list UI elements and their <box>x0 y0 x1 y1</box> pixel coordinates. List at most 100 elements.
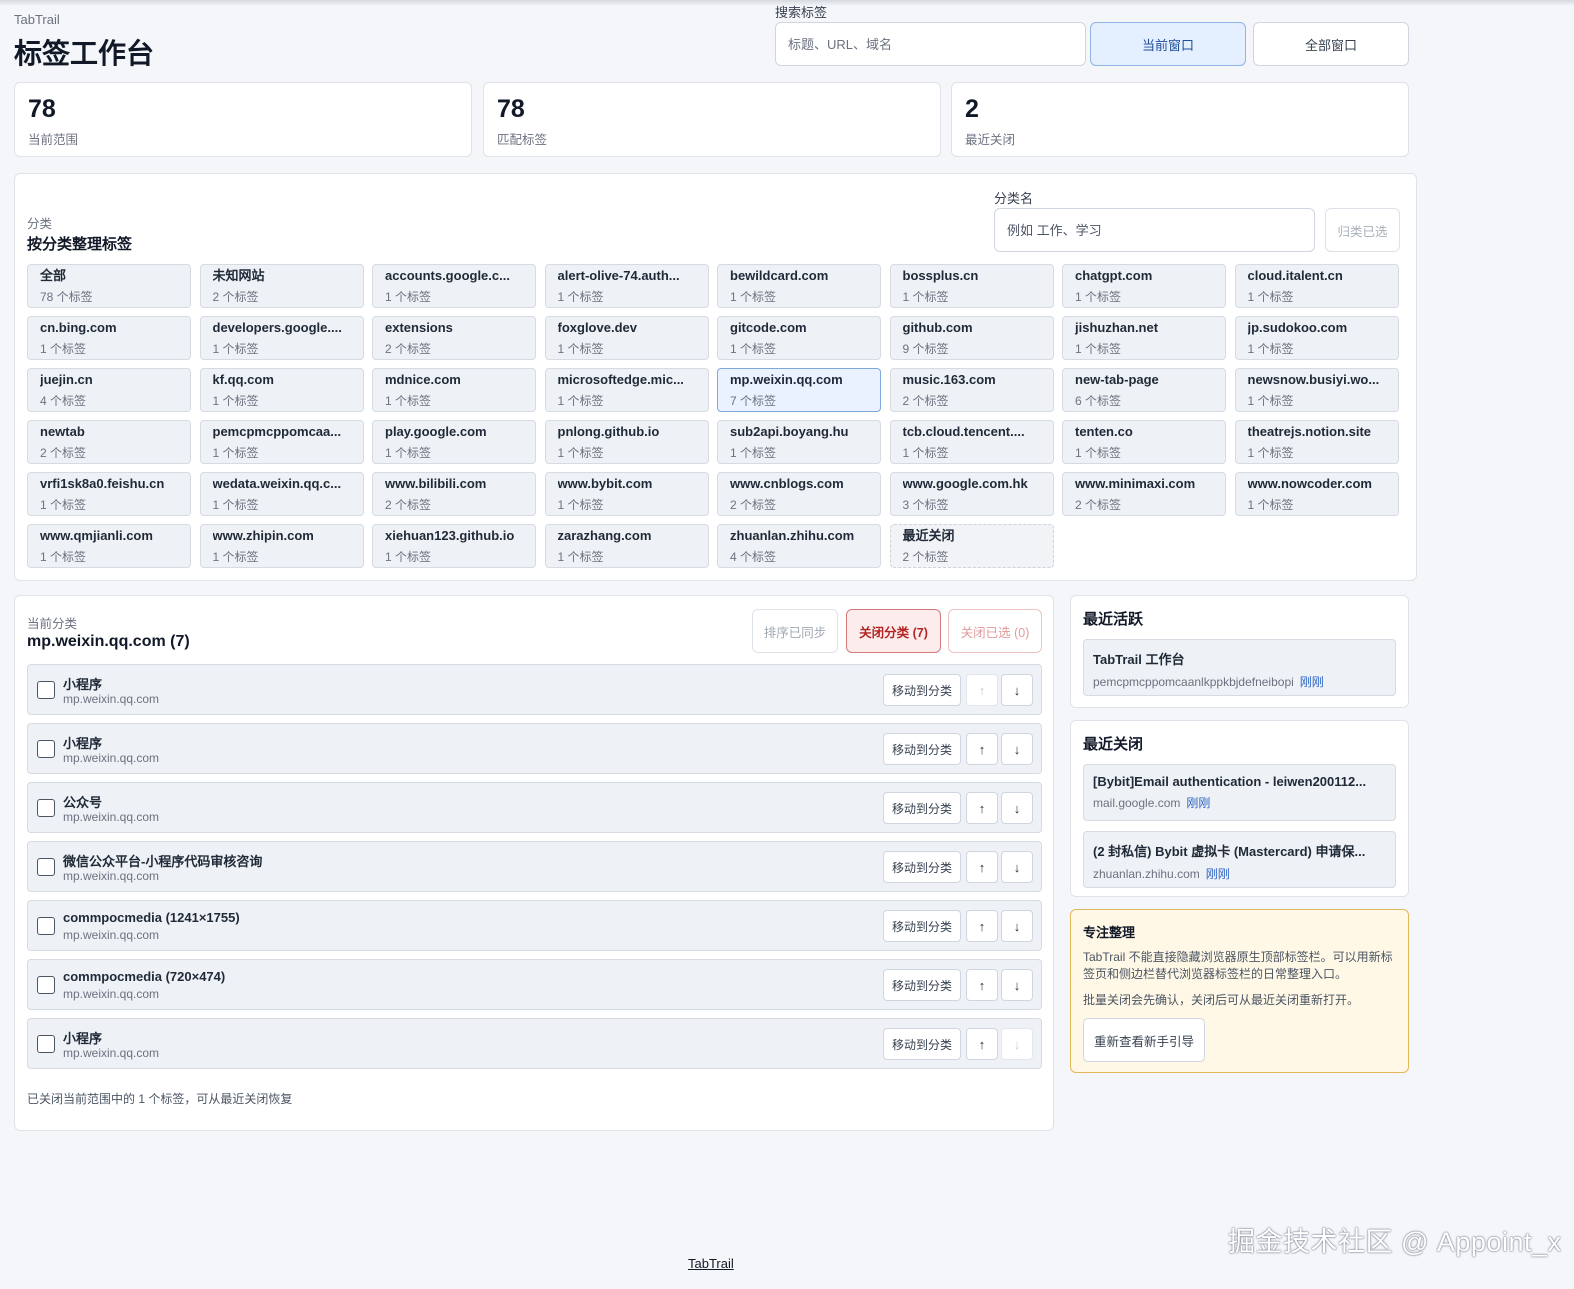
category-chip[interactable]: pnlong.github.io 1 个标签 <box>544 420 709 464</box>
all-windows-button[interactable]: 全部窗口 <box>1253 22 1409 66</box>
tab-checkbox[interactable] <box>37 858 55 876</box>
category-chip-name: cn.bing.com <box>40 320 117 335</box>
tab-row[interactable]: commpocmedia (720×474) mp.weixin.qq.com 移动… <box>27 959 1042 1010</box>
category-chip[interactable]: xiehuan123.github.io 1 个标签 <box>372 524 536 568</box>
category-chip[interactable]: bewildcard.com 1 个标签 <box>717 264 881 308</box>
category-chip[interactable]: www.nowcoder.com 1 个标签 <box>1234 472 1399 516</box>
arrow-down-icon[interactable]: ↓ <box>1001 674 1033 706</box>
tab-checkbox[interactable] <box>37 1035 55 1053</box>
category-chip[interactable]: www.cnblogs.com 2 个标签 <box>717 472 881 516</box>
tab-row[interactable]: 小程序 mp.weixin.qq.com 移动到分类 ↑ ↓ <box>27 723 1042 774</box>
category-chip[interactable]: kf.qq.com 1 个标签 <box>199 368 364 412</box>
tab-row[interactable]: 小程序 mp.weixin.qq.com 移动到分类 ↑ ↓ <box>27 664 1042 715</box>
move-to-category-button[interactable]: 移动到分类 <box>883 969 961 1001</box>
category-chip[interactable]: chatgpt.com 1 个标签 <box>1062 264 1226 308</box>
category-chip[interactable]: newtab 2 个标签 <box>27 420 191 464</box>
arrow-up-icon[interactable]: ↑ <box>966 910 998 942</box>
category-chip[interactable]: mp.weixin.qq.com 7 个标签 <box>717 368 881 412</box>
category-chip-count: 1 个标签 <box>557 498 604 512</box>
category-chip[interactable]: accounts.google.c... 1 个标签 <box>372 264 536 308</box>
recent-closed-item[interactable]: [Bybit]Email authentication - leiwen2001… <box>1083 764 1396 821</box>
category-chip[interactable]: gitcode.com 1 个标签 <box>717 316 881 360</box>
tab-checkbox[interactable] <box>37 799 55 817</box>
category-chip[interactable]: mdnice.com 1 个标签 <box>372 368 536 412</box>
move-to-category-button[interactable]: 移动到分类 <box>883 674 961 706</box>
current-window-button[interactable]: 当前窗口 <box>1090 22 1246 66</box>
arrow-up-icon[interactable]: ↑ <box>966 733 998 765</box>
search-input[interactable] <box>775 22 1086 66</box>
category-chip[interactable]: www.qmjianli.com 1 个标签 <box>27 524 191 568</box>
category-name-input[interactable] <box>994 208 1315 252</box>
move-to-category-button[interactable]: 移动到分类 <box>883 851 961 883</box>
category-chip[interactable]: wedata.weixin.qq.c... 1 个标签 <box>199 472 364 516</box>
category-chip[interactable]: play.google.com 1 个标签 <box>372 420 536 464</box>
tab-checkbox[interactable] <box>37 740 55 758</box>
tab-checkbox[interactable] <box>37 917 55 935</box>
category-chip[interactable]: zhuanlan.zhihu.com 4 个标签 <box>717 524 881 568</box>
move-to-category-button[interactable]: 移动到分类 <box>883 1028 961 1060</box>
move-to-category-button[interactable]: 移动到分类 <box>883 733 961 765</box>
category-chip[interactable]: tenten.co 1 个标签 <box>1062 420 1226 464</box>
tab-row[interactable]: 小程序 mp.weixin.qq.com 移动到分类 ↑ ↓ <box>27 1018 1042 1069</box>
arrow-down-icon[interactable]: ↓ <box>1001 792 1033 824</box>
arrow-up-icon[interactable]: ↑ <box>966 851 998 883</box>
recent-closed-item[interactable]: (2 封私信) Bybit 虚拟卡 (Mastercard) 申请保... zh… <box>1083 831 1396 888</box>
category-chip[interactable]: vrfi1sk8a0.feishu.cn 1 个标签 <box>27 472 191 516</box>
replay-guide-button[interactable]: 重新查看新手引导 <box>1083 1018 1205 1062</box>
arrow-down-icon[interactable]: ↓ <box>1001 733 1033 765</box>
category-chip[interactable]: microsoftedge.mic... 1 个标签 <box>544 368 709 412</box>
category-chip[interactable]: extensions 2 个标签 <box>372 316 536 360</box>
footer-link[interactable]: TabTrail <box>688 1256 734 1271</box>
arrow-down-icon[interactable]: ↓ <box>1001 969 1033 1001</box>
category-chip[interactable]: cn.bing.com 1 个标签 <box>27 316 191 360</box>
category-chip[interactable]: cloud.italent.cn 1 个标签 <box>1234 264 1399 308</box>
recent-closed-panel: 最近关闭 [Bybit]Email authentication - leiwe… <box>1070 720 1409 897</box>
category-chip[interactable]: jp.sudokoo.com 1 个标签 <box>1234 316 1399 360</box>
category-chip[interactable]: github.com 9 个标签 <box>889 316 1054 360</box>
arrow-up-icon[interactable]: ↑ <box>966 792 998 824</box>
current-category-panel: 当前分类 mp.weixin.qq.com (7) 排序已同步 关闭分类 (7)… <box>14 595 1054 1131</box>
tab-checkbox[interactable] <box>37 681 55 699</box>
category-chip[interactable]: 最近关闭 2 个标签 <box>889 524 1054 568</box>
category-chip[interactable]: 未知网站 2 个标签 <box>199 264 364 308</box>
arrow-down-icon[interactable]: ↓ <box>1001 851 1033 883</box>
close-category-button[interactable]: 关闭分类 (7) <box>846 609 941 653</box>
tab-row[interactable]: 公众号 mp.weixin.qq.com 移动到分类 ↑ ↓ <box>27 782 1042 833</box>
category-chip[interactable]: www.google.com.hk 3 个标签 <box>889 472 1054 516</box>
category-chip[interactable]: alert-olive-74.auth... 1 个标签 <box>544 264 709 308</box>
category-chip-count: 1 个标签 <box>1247 446 1294 460</box>
move-to-category-button[interactable]: 移动到分类 <box>883 792 961 824</box>
category-chip[interactable]: theatrejs.notion.site 1 个标签 <box>1234 420 1399 464</box>
move-to-category-button[interactable]: 移动到分类 <box>883 910 961 942</box>
close-selected-button[interactable]: 关闭已选 (0) <box>948 609 1042 653</box>
arrow-up-icon[interactable]: ↑ <box>966 1028 998 1060</box>
category-chip[interactable]: new-tab-page 6 个标签 <box>1062 368 1226 412</box>
category-chip[interactable]: zarazhang.com 1 个标签 <box>544 524 709 568</box>
category-chip[interactable]: pemcpmcppomcaa... 1 个标签 <box>199 420 364 464</box>
sort-synced-button[interactable]: 排序已同步 <box>752 609 838 653</box>
category-chip-count: 1 个标签 <box>557 290 604 304</box>
recent-active-item[interactable]: TabTrail 工作台 pemcpmcppomcaanlkppkbjdefne… <box>1083 639 1396 696</box>
arrow-down-icon[interactable]: ↓ <box>1001 910 1033 942</box>
category-chip[interactable]: www.minimaxi.com 2 个标签 <box>1062 472 1226 516</box>
assign-selected-button[interactable]: 归类已选 <box>1325 208 1400 252</box>
category-chip[interactable]: www.bybit.com 1 个标签 <box>544 472 709 516</box>
category-chip[interactable]: foxglove.dev 1 个标签 <box>544 316 709 360</box>
category-chip[interactable]: music.163.com 2 个标签 <box>889 368 1054 412</box>
category-chip[interactable]: 全部 78 个标签 <box>27 264 191 308</box>
category-chip[interactable]: newsnow.busiyi.wo... 1 个标签 <box>1234 368 1399 412</box>
category-chip[interactable]: bossplus.cn 1 个标签 <box>889 264 1054 308</box>
watermark: 掘金技术社区 @ Appoint_x <box>1228 1227 1562 1257</box>
category-chip[interactable]: tcb.cloud.tencent.... 1 个标签 <box>889 420 1054 464</box>
tab-row[interactable]: 微信公众平台-小程序代码审核咨询 mp.weixin.qq.com 移动到分类 ↑ ↓ <box>27 841 1042 892</box>
category-chip[interactable]: sub2api.boyang.hu 1 个标签 <box>717 420 881 464</box>
arrow-up-icon[interactable]: ↑ <box>966 969 998 1001</box>
category-chip[interactable]: jishuzhan.net 1 个标签 <box>1062 316 1226 360</box>
tab-checkbox[interactable] <box>37 976 55 994</box>
category-chip[interactable]: www.zhipin.com 1 个标签 <box>199 524 364 568</box>
category-chip[interactable]: developers.google.... 1 个标签 <box>199 316 364 360</box>
category-chip[interactable]: www.bilibili.com 2 个标签 <box>372 472 536 516</box>
category-chip-name: bossplus.cn <box>902 268 979 283</box>
tab-row[interactable]: commpocmedia (1241×1755) mp.weixin.qq.com… <box>27 900 1042 951</box>
category-chip[interactable]: juejin.cn 4 个标签 <box>27 368 191 412</box>
